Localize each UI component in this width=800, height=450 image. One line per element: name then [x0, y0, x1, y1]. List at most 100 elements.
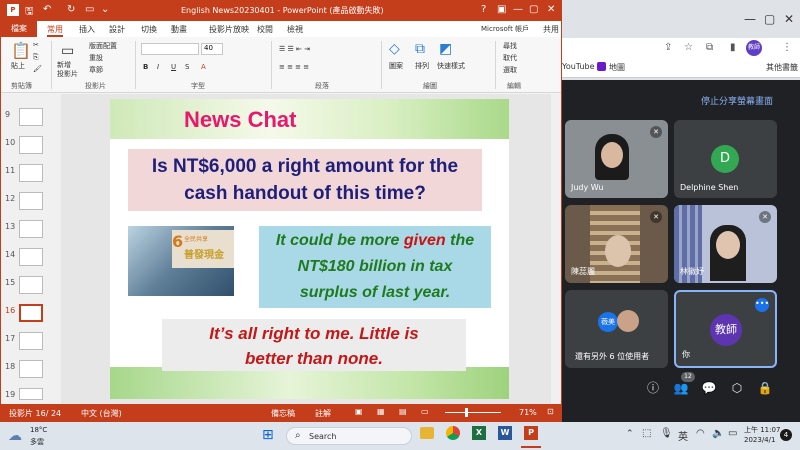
powerpoint-icon[interactable]: P	[524, 426, 538, 440]
slide-thumbnail[interactable]	[19, 276, 43, 294]
minimize-icon[interactable]: —	[744, 12, 756, 26]
maximize-icon[interactable]: ▢	[764, 12, 775, 26]
save-icon[interactable]: 🖫	[25, 4, 34, 21]
chat-icon[interactable]: 💬	[701, 380, 717, 396]
section-button[interactable]: 章節	[89, 65, 103, 75]
tab-slideshow[interactable]: 投影片放映	[209, 24, 249, 35]
participant-tile[interactable]: ✕ Judy Wu	[565, 120, 668, 198]
star-icon[interactable]: ☆	[684, 42, 693, 53]
participant-tile[interactable]: ✕ 陳蕊麗	[565, 205, 668, 283]
align-icon[interactable]: ≡ ≡ ≡ ≡	[279, 63, 309, 71]
strike-icon[interactable]: S	[185, 63, 189, 71]
tray-arrow-icon[interactable]: ⌃	[626, 429, 634, 439]
meet-tray-icon[interactable]: ⬚	[642, 428, 651, 439]
notification-badge[interactable]: 4	[780, 429, 792, 441]
bullets-icon[interactable]: ☰ ☰ ⇤ ⇥	[279, 45, 310, 53]
slideshow-icon[interactable]: ▭	[421, 407, 429, 416]
restore-icon[interactable]: ▢	[529, 4, 538, 15]
shapes-icon[interactable]: ◇	[389, 41, 400, 57]
copy-icon[interactable]: ⎘	[33, 53, 39, 62]
font-name-box[interactable]	[141, 43, 199, 55]
stop-share-button[interactable]: 停止分享螢幕畫面	[701, 94, 773, 107]
lock-icon[interactable]: 🔒	[757, 380, 773, 396]
word-icon[interactable]: W	[498, 426, 512, 440]
tab-view[interactable]: 檢視	[287, 24, 303, 35]
layout-button[interactable]: 版面配置	[89, 41, 117, 51]
extension-icon[interactable]: ⧉	[706, 42, 713, 53]
participant-tile[interactable]: D Delphine Shen	[674, 120, 777, 198]
slide-thumbnail[interactable]	[19, 388, 43, 400]
present-icon[interactable]: ▭	[85, 4, 94, 15]
ime-indicator[interactable]: 英	[678, 428, 688, 443]
quick-styles-icon[interactable]: ◩	[439, 41, 452, 57]
chrome-icon[interactable]	[446, 426, 460, 440]
reading-view-icon[interactable]: ▤	[399, 407, 407, 416]
customize-qat-icon[interactable]: ⌄	[101, 4, 109, 15]
new-slide-button[interactable]: 新增 投影片	[57, 61, 78, 79]
slide-thumbnail[interactable]	[19, 108, 43, 126]
bookmark-maps[interactable]: 地圖	[609, 62, 625, 73]
cut-icon[interactable]: ✂	[33, 41, 39, 49]
language[interactable]: 中文 (台灣)	[81, 408, 122, 419]
arrange-icon[interactable]: ⧉	[415, 41, 425, 57]
tab-home[interactable]: 常用	[47, 24, 63, 37]
start-icon[interactable]: ⊞	[262, 427, 274, 443]
tab-file[interactable]: 檔案	[1, 21, 37, 37]
zoom-slider[interactable]	[445, 412, 501, 413]
slide-thumbnail[interactable]	[19, 136, 43, 154]
tab-animations[interactable]: 動畫	[171, 24, 187, 35]
slide-thumbnail[interactable]	[19, 360, 43, 378]
zoom-thumb[interactable]	[465, 408, 468, 417]
slide-thumbnail[interactable]	[19, 332, 43, 350]
comments-button[interactable]: 註解	[315, 408, 331, 419]
wifi-icon[interactable]: ◠	[696, 428, 705, 439]
ribbon-options-icon[interactable]: ▣	[497, 4, 506, 15]
tab-design[interactable]: 設計	[109, 24, 125, 35]
quick-styles-button[interactable]: 快速樣式	[437, 61, 465, 71]
weather-icon[interactable]: ☁	[8, 428, 22, 444]
others-tile[interactable]: 薇美 還有另外 6 位使用者	[565, 290, 668, 368]
find-button[interactable]: 尋找	[503, 41, 517, 51]
profile-avatar[interactable]: 教師	[746, 40, 762, 56]
zoom-level[interactable]: 71%	[519, 408, 537, 417]
notes-button[interactable]: 備忘稿	[271, 408, 295, 419]
close-icon[interactable]: ✕	[784, 12, 794, 26]
mic-tray-icon[interactable]: 🎙	[660, 428, 673, 439]
account-label[interactable]: Microsoft 帳戶	[481, 24, 529, 34]
new-slide-icon[interactable]: ▭	[61, 43, 74, 59]
info-icon[interactable]: ⓘ	[645, 380, 661, 396]
undo-icon[interactable]: ↶	[43, 4, 51, 15]
help-button[interactable]: ?	[481, 4, 486, 15]
arrange-button[interactable]: 排列	[415, 61, 429, 71]
slide-thumbnail[interactable]	[19, 192, 43, 210]
vertical-scrollbar[interactable]	[551, 94, 561, 404]
tab-transitions[interactable]: 切換	[141, 24, 157, 35]
activities-icon[interactable]: ⬡	[729, 380, 745, 396]
people-icon[interactable]: 👥	[673, 380, 689, 396]
replace-button[interactable]: 取代	[503, 53, 517, 63]
share-button[interactable]: 共用	[543, 24, 559, 35]
bookmark-others[interactable]: 其他書籤	[766, 62, 798, 73]
redo-icon[interactable]: ↻	[67, 4, 75, 15]
participant-tile[interactable]: ✕ 林徽妤	[674, 205, 777, 283]
normal-view-icon[interactable]: ▣	[355, 407, 363, 416]
search-box[interactable]: ⌕ Search	[286, 427, 412, 445]
reset-button[interactable]: 重設	[89, 53, 103, 63]
battery-icon[interactable]: ▭	[728, 428, 737, 439]
fit-slide-icon[interactable]: ⊡	[547, 407, 554, 416]
clock-date[interactable]: 2023/4/1	[744, 436, 775, 444]
paste-icon[interactable]: 📋	[11, 41, 31, 60]
tab-review[interactable]: 校閱	[257, 24, 273, 35]
select-button[interactable]: 選取	[503, 65, 517, 75]
share-icon[interactable]: ⇪	[664, 42, 672, 53]
sidepanel-icon[interactable]: ▮	[730, 42, 736, 53]
volume-icon[interactable]: 🔈	[712, 428, 724, 439]
sorter-view-icon[interactable]: ▦	[377, 407, 385, 416]
paste-button[interactable]: 貼上	[11, 61, 25, 71]
slide-canvas[interactable]: News Chat Is NT$6,000 a right amount for…	[110, 99, 509, 399]
font-size-box[interactable]: 40	[201, 43, 223, 55]
font-color-icon[interactable]: A	[201, 63, 206, 71]
bold-icon[interactable]: B	[143, 63, 148, 71]
slide-thumbnail[interactable]	[19, 220, 43, 238]
underline-icon[interactable]: U	[171, 63, 176, 71]
